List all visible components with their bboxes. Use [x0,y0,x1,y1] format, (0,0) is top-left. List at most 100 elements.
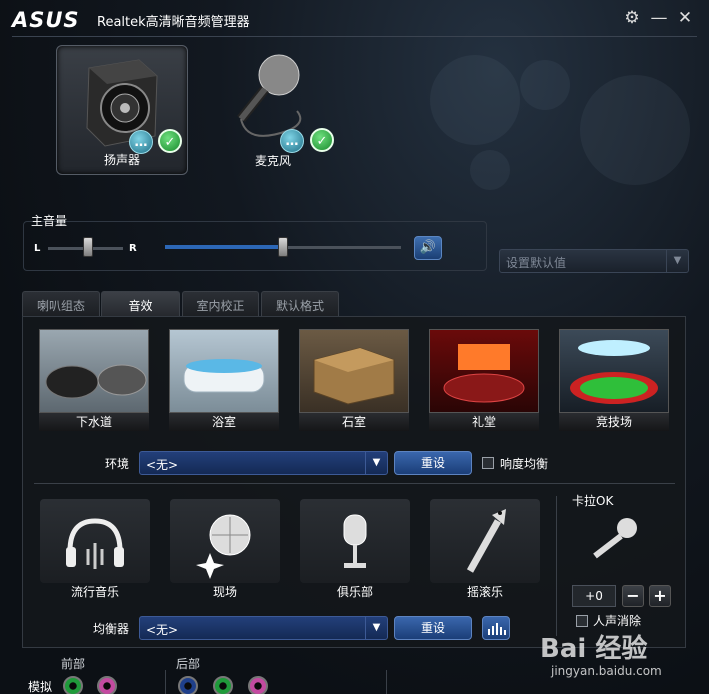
balance-right-label: R [129,243,137,254]
equalizer-label: 均衡器 [93,622,130,636]
genre-rock[interactable]: 摇滚乐 [430,499,540,603]
vocal-cancel-checkbox[interactable] [576,615,588,627]
chevron-down-icon: ▼ [365,617,387,639]
device-label: 扬声器 [103,153,140,167]
device-speaker[interactable]: … ✓ 扬声器 [56,45,188,175]
front-green-jack[interactable] [63,676,83,694]
tab-room-correction[interactable]: 室内校正 [182,291,259,316]
env-stone-room[interactable]: 石室 [299,329,409,433]
env-label: 礼堂 [429,413,539,431]
env-label: 下水道 [39,413,149,431]
balance-slider-thumb[interactable] [83,237,93,257]
env-stone-room-image [299,329,409,413]
genre-label: 流行音乐 [70,585,119,599]
mute-button[interactable]: 🔊 [414,236,442,260]
genre-pop[interactable]: 流行音乐 [40,499,150,603]
loudness-checkbox[interactable] [482,457,494,469]
environment-value: <无> [146,458,179,472]
background-bokeh [520,60,570,110]
env-label: 石室 [299,413,409,431]
device-label: 麦克风 [254,154,291,168]
minimize-icon[interactable]: — [649,8,669,28]
headphones-icon [66,518,124,569]
volume-fill [165,245,283,249]
default-device-dropdown[interactable]: 设置默认值 ▼ [499,249,689,273]
master-volume-title: 主音量 [31,214,68,228]
section-divider [34,483,675,484]
check-icon: ✓ [158,129,182,153]
asus-logo: ASUS [12,8,80,32]
baidu-watermark: Bai 经验 [540,634,648,664]
rear-panel-label: 后部 [176,657,201,671]
graphic-eq-button[interactable] [482,616,510,640]
genre-pop-image [40,499,150,583]
env-arena-image [559,329,669,413]
connector-divider [165,670,166,694]
env-bathroom[interactable]: 浴室 [169,329,279,433]
env-label: 浴室 [169,413,279,431]
connector-divider [386,670,387,694]
disco-ball-icon [196,514,251,579]
background-bokeh [430,55,520,145]
equalizer-value: <无> [146,623,179,637]
baidu-watermark-url: jingyan.baidu.com [551,664,662,678]
vocal-cancel-label: 人声消除 [593,614,642,628]
equalizer-bars-icon [488,623,506,635]
background-bokeh [470,150,510,190]
close-icon[interactable]: ✕ [675,8,695,28]
rear-pink-jack[interactable] [248,676,268,694]
front-panel-label: 前部 [61,657,86,671]
karaoke-title: 卡拉OK [572,494,614,508]
genre-live-image [170,499,280,583]
genre-label: 现场 [212,585,237,599]
rear-blue-jack[interactable] [178,676,198,694]
karaoke-value[interactable]: +0 [572,585,616,607]
genre-label: 摇滚乐 [466,585,503,599]
front-pink-jack[interactable] [97,676,117,694]
genre-club-image [300,499,410,583]
genre-club[interactable]: 俱乐部 [300,499,410,603]
equalizer-dropdown[interactable]: <无> ▼ [139,616,388,640]
genre-rock-image [430,499,540,583]
title-bar: ASUS Realtek高清晰音频管理器 ⚙ — ✕ [0,0,709,36]
env-label: 竞技场 [559,413,669,431]
check-icon: ✓ [310,128,334,152]
balance-left-label: L [34,243,41,254]
env-sewer[interactable]: 下水道 [39,329,149,433]
environment-reset-button[interactable]: 重设 [394,451,472,475]
speaker-volume-icon: 🔊 [419,240,437,255]
env-bathroom-image [169,329,279,413]
device-microphone[interactable]: … ✓ 麦克风 [207,45,339,175]
equalizer-reset-button[interactable]: 重设 [394,616,472,640]
chevron-down-icon: ▼ [365,452,387,474]
tab-sound-effects[interactable]: 音效 [101,291,180,317]
volume-slider-thumb[interactable] [278,237,288,257]
default-device-placeholder: 设置默认值 [506,256,567,270]
environment-label: 环境 [105,457,130,471]
environment-dropdown[interactable]: <无> ▼ [139,451,388,475]
karaoke-mic-icon [593,518,637,559]
app-window: ASUS Realtek高清晰音频管理器 ⚙ — ✕ … ✓ 扬声器 … ✓ 麦… [0,0,709,694]
app-title: Realtek高清晰音频管理器 [97,15,250,30]
guitar-icon [466,509,506,573]
genre-live[interactable]: 现场 [170,499,280,603]
rear-green-jack[interactable] [213,676,233,694]
genre-label: 俱乐部 [336,585,373,599]
analog-label: 模拟 [28,680,53,694]
karaoke-divider [556,496,557,636]
background-bokeh [580,75,690,185]
title-divider [12,36,697,37]
tab-speaker-config[interactable]: 喇叭组态 [22,291,100,316]
tab-default-format[interactable]: 默认格式 [261,291,339,316]
chat-icon: … [280,129,304,153]
karaoke-minus-button[interactable]: − [622,585,644,607]
env-arena[interactable]: 竞技场 [559,329,669,433]
gear-icon[interactable]: ⚙ [622,8,642,28]
env-auditorium-image [429,329,539,413]
karaoke-plus-button[interactable]: + [649,585,671,607]
env-auditorium[interactable]: 礼堂 [429,329,539,433]
loudness-label: 响度均衡 [500,457,549,471]
env-sewer-image [39,329,149,413]
vintage-mic-icon [343,514,367,568]
chevron-down-icon: ▼ [666,250,688,272]
